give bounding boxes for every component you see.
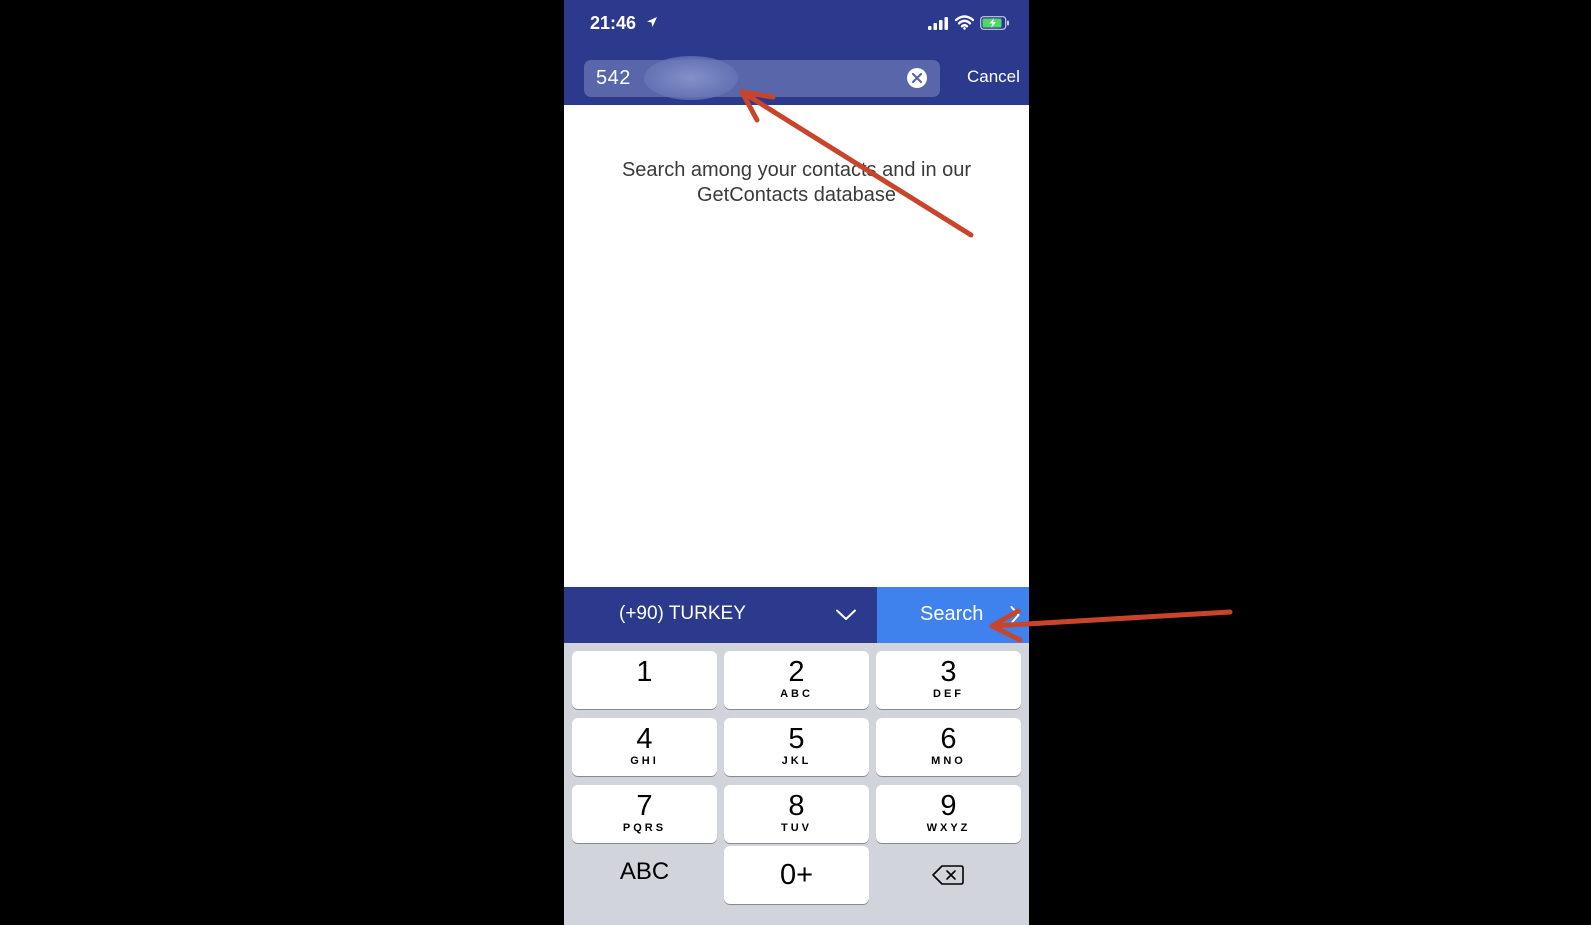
key-digit: 2: [788, 656, 805, 688]
key-digit: 9: [940, 790, 957, 822]
search-input[interactable]: 542: [584, 56, 940, 100]
key-digit: 3: [940, 656, 957, 688]
key-8[interactable]: 8 TUV: [724, 785, 869, 843]
search-button[interactable]: Search: [877, 587, 1029, 643]
key-2[interactable]: 2 ABC: [724, 651, 869, 709]
cancel-button[interactable]: Cancel: [967, 67, 1020, 87]
key-letters: PQRS: [622, 822, 667, 834]
key-digit: 0+: [779, 859, 814, 891]
empty-state-line-2: GetContacts database: [696, 184, 896, 206]
key-digit: 8: [788, 790, 805, 822]
key-digit: 5: [788, 723, 805, 755]
key-6[interactable]: 6 MNO: [876, 718, 1021, 776]
key-letters: DEF: [933, 688, 964, 700]
key-letters: GHI: [630, 755, 659, 767]
key-digit: 4: [636, 723, 653, 755]
key-letters: TUV: [781, 822, 812, 834]
empty-state-message: Search among your contacts and in our Ge…: [564, 158, 1029, 208]
phone-screen: 21:46 542 Cancel Search among your conta…: [564, 0, 1029, 925]
chevron-down-icon: [836, 608, 856, 626]
key-digit: 6: [940, 723, 957, 755]
key-7[interactable]: 7 PQRS: [572, 785, 717, 843]
search-input-value: 542: [596, 67, 631, 89]
key-0[interactable]: 0+: [724, 846, 869, 904]
location-arrow-icon: [646, 15, 658, 33]
delete-key[interactable]: [876, 846, 1021, 904]
key-1[interactable]: 1: [572, 651, 717, 709]
key-letters: ABC: [780, 688, 813, 700]
empty-state-line-1: Search among your contacts and in our: [621, 159, 972, 181]
search-button-label: Search: [920, 603, 984, 625]
key-4[interactable]: 4 GHI: [572, 718, 717, 776]
backspace-icon: [932, 865, 964, 885]
key-3[interactable]: 3 DEF: [876, 651, 1021, 709]
key-5[interactable]: 5 JKL: [724, 718, 869, 776]
numeric-keypad: 1 2 ABC 3 DEF 4 GHI 5 JKL 6 MNO 7 PQRS 8 TUV 9W…: [564, 643, 1029, 925]
clear-circle-icon[interactable]: [906, 67, 928, 94]
cellular-signal-icon: [928, 17, 950, 35]
key-letters: MNO: [931, 755, 966, 767]
key-letters: JKL: [781, 755, 812, 767]
redaction-blur: [644, 56, 738, 100]
key-9[interactable]: 9 WXYZ: [876, 785, 1021, 843]
key-digit: 7: [636, 790, 653, 822]
key-letters: WXYZ: [926, 822, 971, 834]
abc-key[interactable]: ABC: [572, 846, 717, 904]
wifi-icon: [954, 15, 975, 35]
battery-charging-icon: [980, 16, 1010, 35]
app-header: 21:46 542 Cancel: [564, 0, 1029, 105]
country-selector-label: (+90) TURKEY: [619, 603, 746, 624]
chevron-right-icon: [1010, 606, 1020, 629]
country-selector[interactable]: (+90) TURKEY: [564, 587, 877, 643]
status-time: 21:46: [590, 13, 637, 33]
key-digit: 1: [636, 656, 653, 688]
